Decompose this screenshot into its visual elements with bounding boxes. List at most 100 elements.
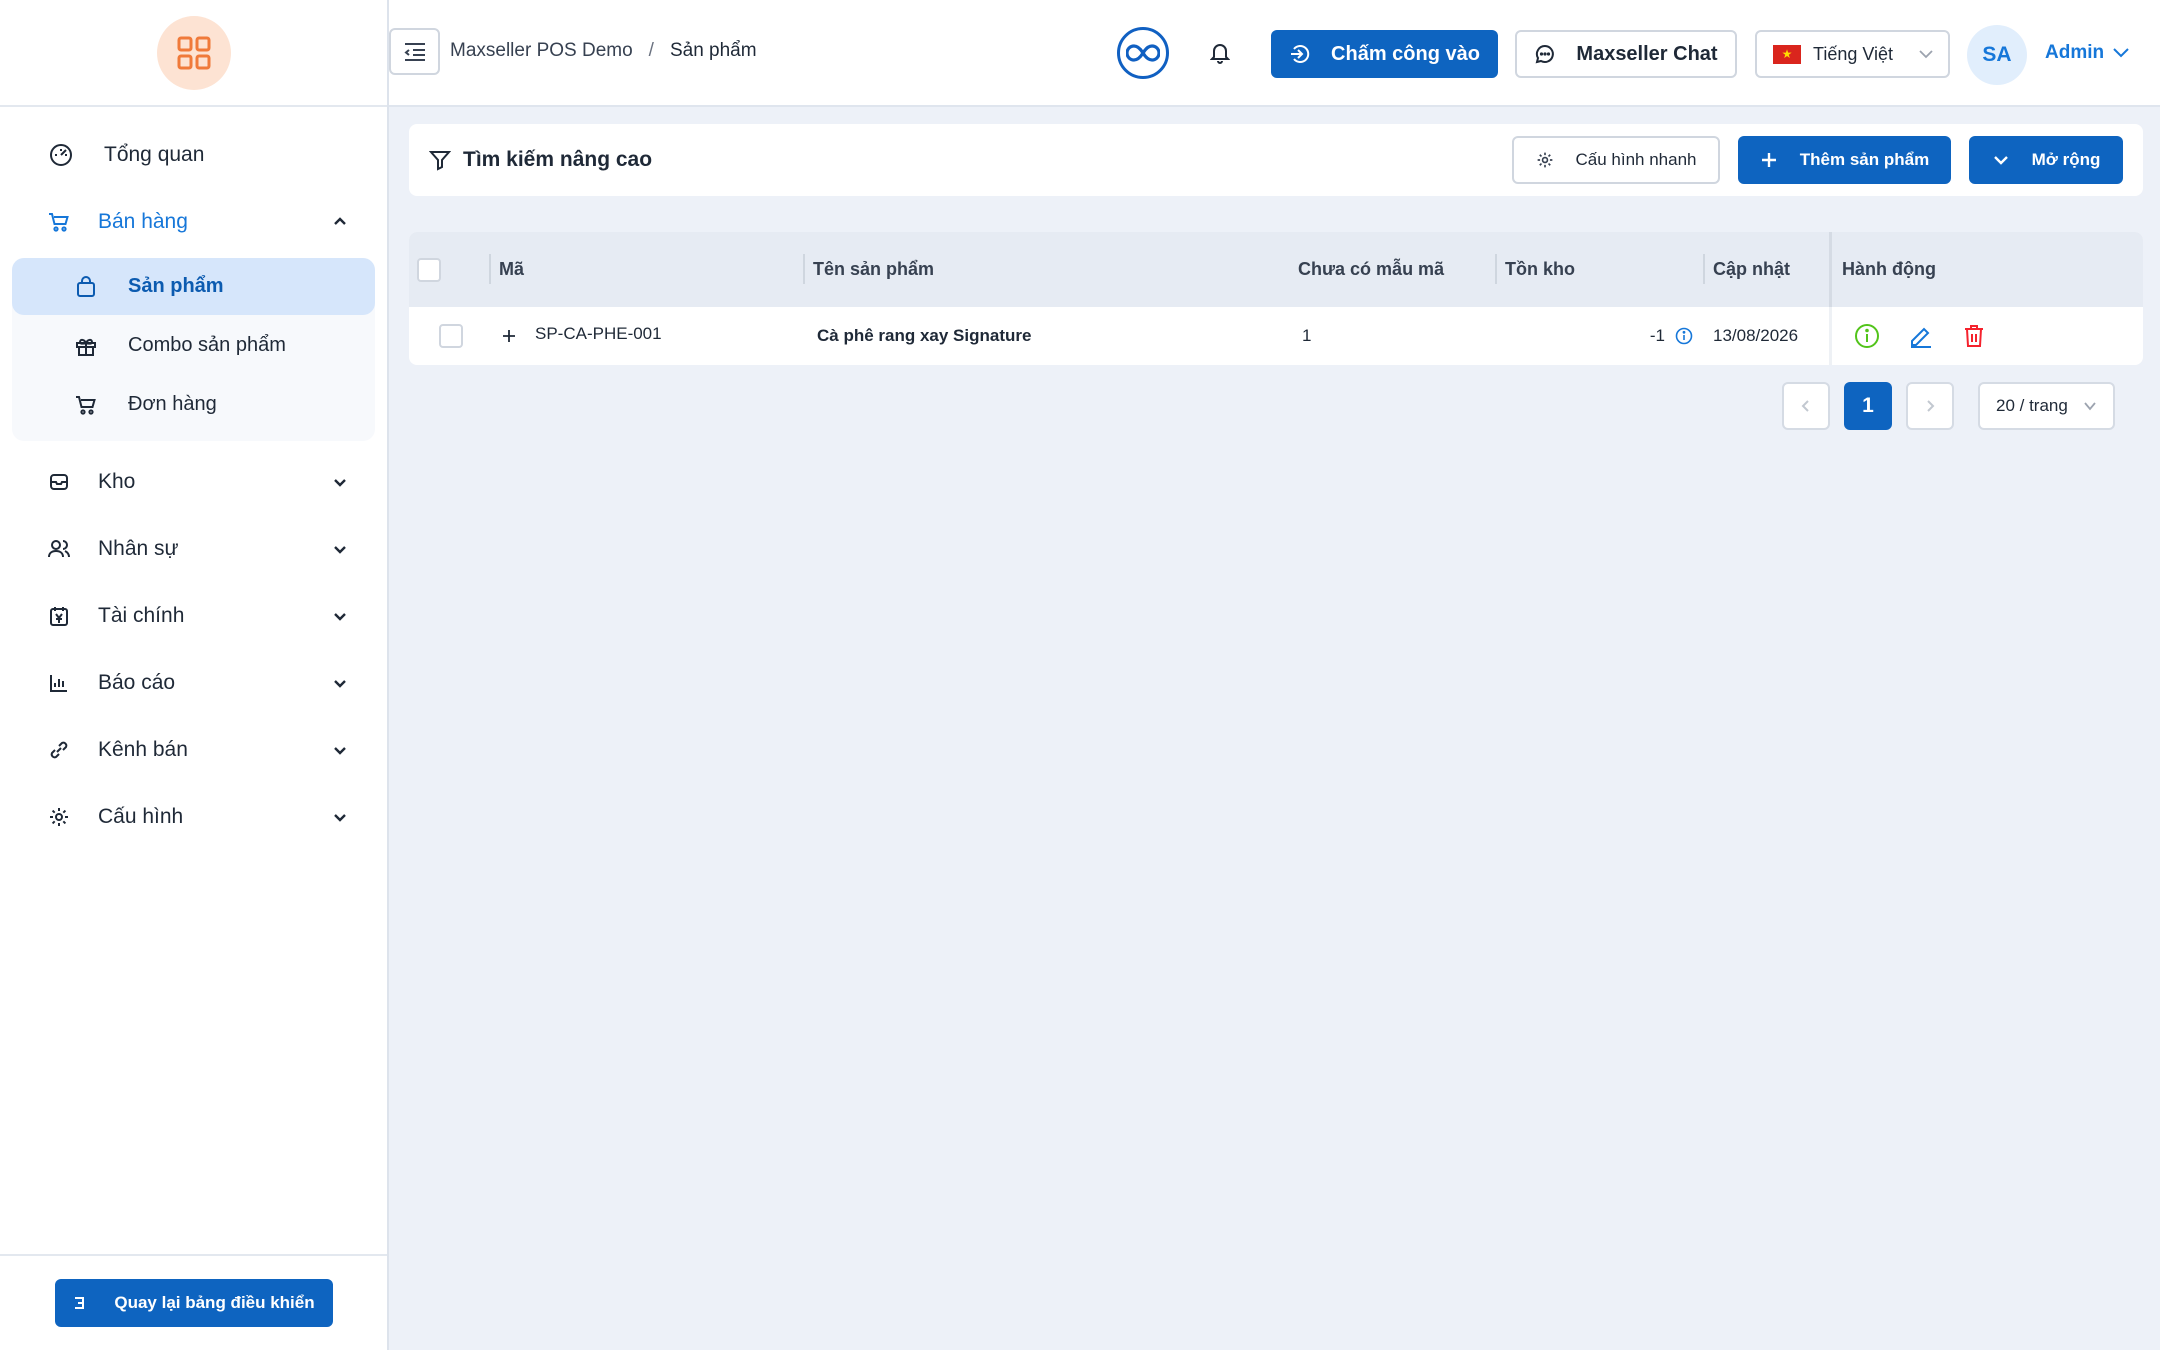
sidebar-subitem-products[interactable]: Sản phẩm	[12, 258, 375, 315]
avatar[interactable]: SA	[1967, 25, 2027, 85]
menu-toggle-button[interactable]	[389, 28, 440, 75]
chevron-down-icon	[329, 538, 351, 560]
app-logo[interactable]	[156, 15, 231, 90]
chevron-down-icon	[329, 672, 351, 694]
user-name: Admin	[2045, 42, 2105, 63]
menu-collapse-icon	[403, 42, 425, 61]
delete-icon[interactable]	[1962, 323, 1986, 349]
sidebar: Tổng quan Bán hàng Sản phẩm Combo sản ph…	[0, 0, 389, 1350]
breadcrumb: Maxseller POS Demo / Sản phẩm	[450, 40, 757, 62]
chat-icon	[1536, 44, 1555, 64]
product-table: Mã Tên sản phẩm Chưa có mẫu mã Tồn kho C…	[409, 232, 2143, 365]
infinity-icon[interactable]	[1117, 27, 1169, 79]
edit-icon[interactable]	[1908, 323, 1934, 349]
add-product-button[interactable]: Thêm sản phẩm	[1738, 136, 1951, 184]
sidebar-subitem-label: Đơn hàng	[128, 393, 217, 415]
gift-icon	[72, 332, 100, 360]
sidebar-item-label: Kho	[98, 470, 136, 493]
advanced-search-title: Tìm kiếm nâng cao	[463, 148, 653, 171]
header-checkbox-cell	[409, 232, 489, 307]
chat-button[interactable]: Maxseller Chat	[1515, 30, 1737, 78]
plus-icon	[1761, 153, 1776, 167]
row-checkbox-cell	[409, 307, 489, 365]
page-size-select[interactable]: 20 / trang	[1978, 382, 2115, 430]
chevron-down-icon	[329, 471, 351, 493]
sidebar-item-label: Nhân sự	[98, 537, 179, 560]
cart-icon	[44, 207, 74, 237]
column-header-stock[interactable]: Tồn kho	[1495, 232, 1703, 307]
breadcrumb-root[interactable]: Maxseller POS Demo	[450, 40, 633, 62]
product-code: SP-CA-PHE-001	[535, 324, 662, 343]
select-all-checkbox[interactable]	[417, 257, 441, 282]
back-to-dashboard-button[interactable]: Quay lại bảng điều khiển	[54, 1279, 333, 1327]
notification-bell-icon[interactable]	[1208, 40, 1232, 66]
expand-button[interactable]: Mở rộng	[1969, 136, 2123, 184]
inbox-icon	[44, 467, 74, 497]
sidebar-item-reports[interactable]: Báo cáo	[0, 652, 387, 714]
sidebar-subitem-orders[interactable]: Đơn hàng	[12, 376, 375, 433]
column-header-variants[interactable]: Chưa có mẫu mã	[1288, 232, 1495, 307]
expand-label: Mở rộng	[2031, 150, 2101, 169]
info-icon[interactable]	[1675, 327, 1693, 345]
prev-page-button[interactable]	[1782, 382, 1830, 430]
sidebar-item-overview[interactable]: Tổng quan	[0, 124, 387, 186]
sidebar-item-label: Tài chính	[98, 604, 185, 627]
sidebar-subitem-combo[interactable]: Combo sản phẩm	[12, 317, 375, 374]
sidebar-item-warehouse[interactable]: Kho	[0, 451, 387, 513]
column-header-code[interactable]: Mã	[489, 232, 803, 307]
cell-updated: 13/08/2026	[1703, 307, 1829, 365]
logo-area	[0, 0, 387, 107]
sidebar-item-label: Tổng quan	[104, 143, 205, 166]
row-checkbox[interactable]	[439, 324, 463, 348]
sidebar-item-sales[interactable]: Bán hàng	[0, 191, 387, 253]
product-name[interactable]: Cà phê rang xay Signature	[817, 326, 1031, 346]
info-circle-icon[interactable]	[1854, 323, 1880, 349]
dashboard-icon	[46, 140, 76, 170]
sidebar-item-hr[interactable]: Nhân sự	[0, 518, 387, 580]
sidebar-item-label: Cấu hình	[98, 805, 184, 828]
row-actions	[1842, 323, 1986, 349]
column-header-actions: Hành động	[1829, 232, 2143, 307]
vietnam-flag-icon: ★	[1773, 44, 1801, 64]
chevron-left-icon	[1801, 400, 1809, 412]
advanced-search-bar: Tìm kiếm nâng cao Cấu hình nhanh Thêm sả…	[409, 124, 2143, 196]
language-select[interactable]: ★ Tiếng Việt	[1755, 30, 1950, 78]
chevron-down-icon	[1919, 50, 1933, 59]
expand-row-icon[interactable]	[499, 326, 519, 346]
check-in-label: Chấm công vào	[1331, 42, 1480, 65]
cell-code: SP-CA-PHE-001	[489, 307, 803, 365]
cart-icon	[72, 391, 100, 419]
sidebar-nav: Tổng quan Bán hàng Sản phẩm Combo sản ph…	[0, 107, 387, 848]
column-header-updated[interactable]: Cập nhật	[1703, 232, 1829, 307]
chevron-down-icon	[329, 806, 351, 828]
add-product-label: Thêm sản phẩm	[1799, 150, 1930, 169]
quick-config-button[interactable]: Cấu hình nhanh	[1512, 136, 1720, 184]
filter-icon	[429, 151, 451, 171]
advanced-search-toggle[interactable]: Tìm kiếm nâng cao	[429, 148, 1512, 172]
user-menu[interactable]: Admin	[2045, 42, 2130, 64]
column-header-name[interactable]: Tên sản phẩm	[803, 232, 1288, 307]
check-in-button[interactable]: Chấm công vào	[1271, 30, 1498, 78]
chevron-right-icon	[1927, 400, 1935, 412]
cell-actions	[1829, 307, 2143, 365]
variant-count: 1	[1302, 326, 1312, 345]
pagination: 1 20 / trang	[1782, 382, 2115, 430]
cell-name: Cà phê rang xay Signature	[803, 307, 1288, 365]
cell-variants: 1	[1288, 307, 1495, 365]
sidebar-item-label: Bán hàng	[98, 210, 188, 233]
chevron-down-icon	[2113, 48, 2129, 58]
cell-stock: -1	[1495, 307, 1703, 365]
table-row: SP-CA-PHE-001 Cà phê rang xay Signature …	[409, 307, 2143, 365]
sidebar-item-channels[interactable]: Kênh bán	[0, 719, 387, 781]
back-icon	[75, 1297, 85, 1309]
quick-config-label: Cấu hình nhanh	[1575, 150, 1697, 169]
page-number-current[interactable]: 1	[1844, 382, 1892, 430]
sidebar-item-settings[interactable]: Cấu hình	[0, 786, 387, 848]
channel-icon	[44, 735, 74, 765]
chevron-down-icon	[2084, 402, 2096, 411]
next-page-button[interactable]	[1906, 382, 1954, 430]
sidebar-subitem-label: Sản phẩm	[128, 275, 224, 297]
sidebar-subitem-label: Combo sản phẩm	[128, 334, 286, 356]
sidebar-item-finance[interactable]: Tài chính	[0, 585, 387, 647]
breadcrumb-separator: /	[648, 40, 654, 61]
